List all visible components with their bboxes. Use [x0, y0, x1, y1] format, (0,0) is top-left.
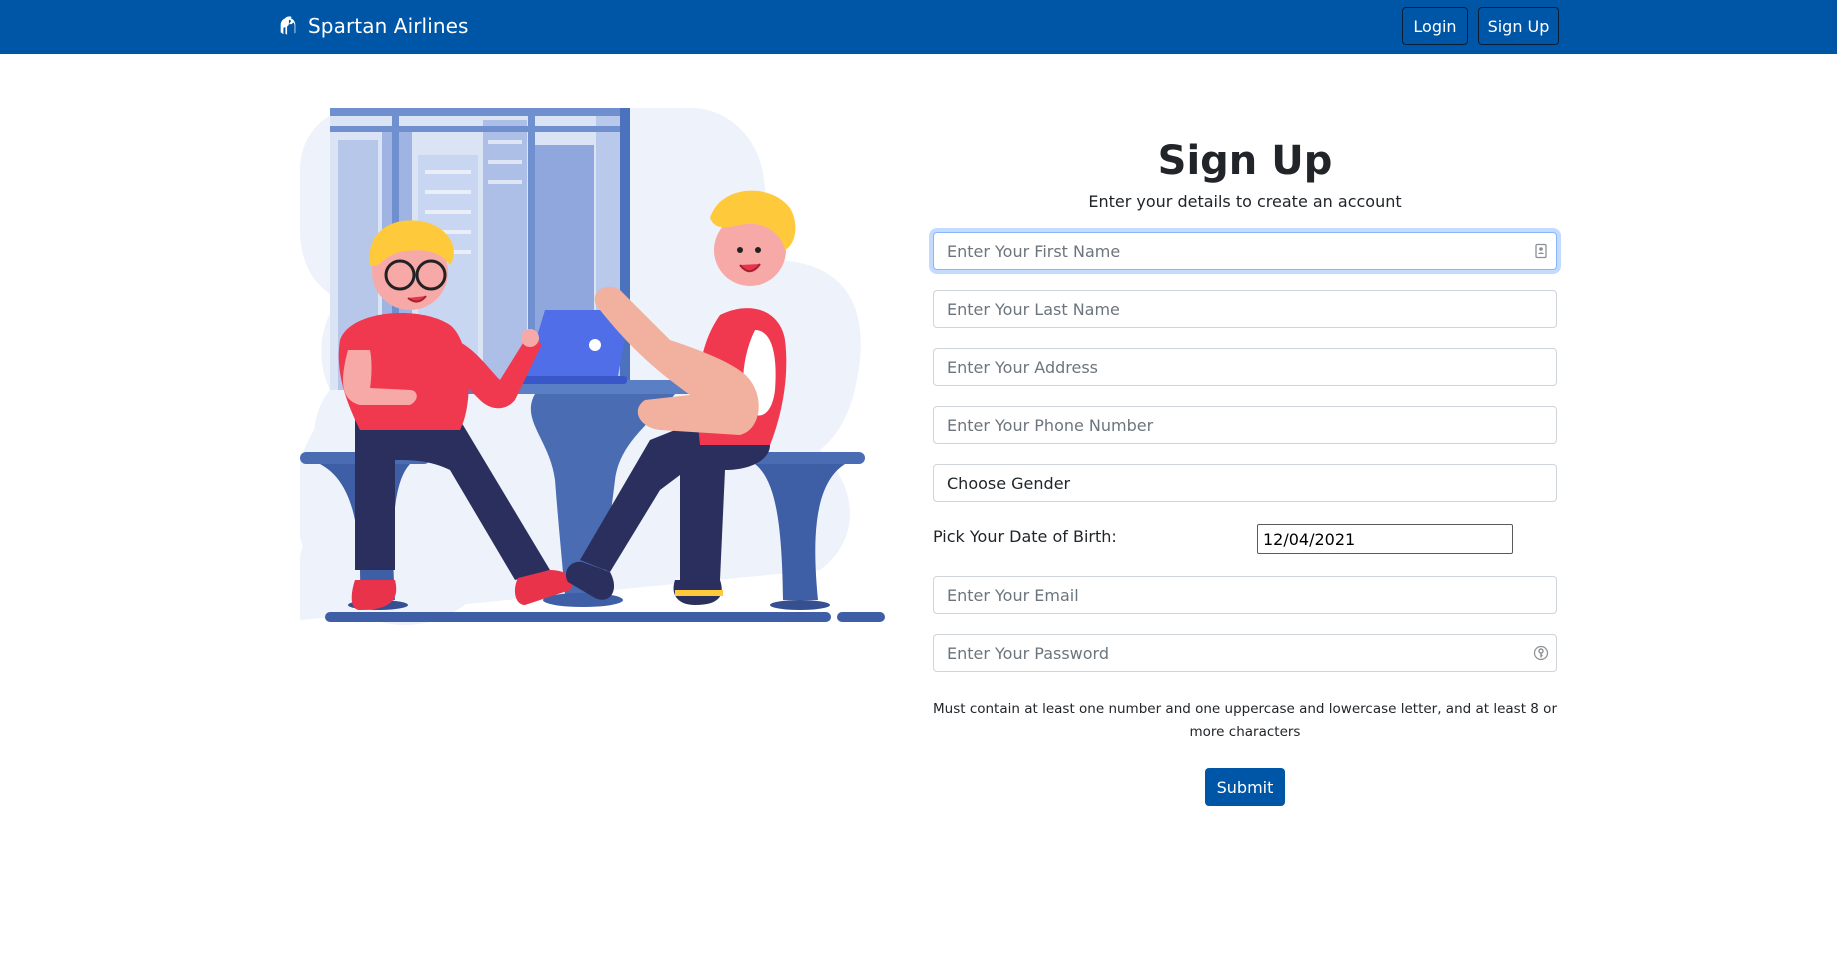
spartan-helmet-icon — [280, 16, 296, 35]
submit-button[interactable]: Submit — [1205, 768, 1285, 806]
address-input[interactable] — [933, 348, 1557, 386]
phone-input[interactable] — [933, 406, 1557, 444]
signup-illustration — [300, 100, 890, 635]
brand-name: Spartan Airlines — [308, 14, 469, 38]
signup-nav-button[interactable]: Sign Up — [1478, 7, 1559, 45]
contact-card-icon[interactable] — [1533, 243, 1549, 259]
last-name-input[interactable] — [933, 290, 1557, 328]
brand-link[interactable]: Spartan Airlines — [277, 12, 469, 40]
top-navbar: Spartan Airlines Login Sign Up — [0, 0, 1837, 54]
gender-select[interactable]: Choose Gender — [933, 464, 1557, 502]
page-title: Sign Up — [1157, 138, 1333, 184]
page-subtitle: Enter your details to create an account — [1088, 192, 1402, 211]
gender-selected-value: Choose Gender — [947, 473, 1071, 493]
login-button[interactable]: Login — [1402, 7, 1468, 45]
password-hint: Must contain at least one number and one… — [933, 701, 1557, 740]
dob-label: Pick Your Date of Birth: — [933, 527, 1117, 546]
key-icon[interactable] — [1533, 645, 1549, 661]
password-input[interactable] — [933, 634, 1557, 672]
email-input[interactable] — [933, 576, 1557, 614]
dob-input[interactable] — [1257, 524, 1513, 554]
two-people-at-table-illustration — [300, 108, 885, 625]
first-name-input[interactable] — [933, 232, 1557, 270]
